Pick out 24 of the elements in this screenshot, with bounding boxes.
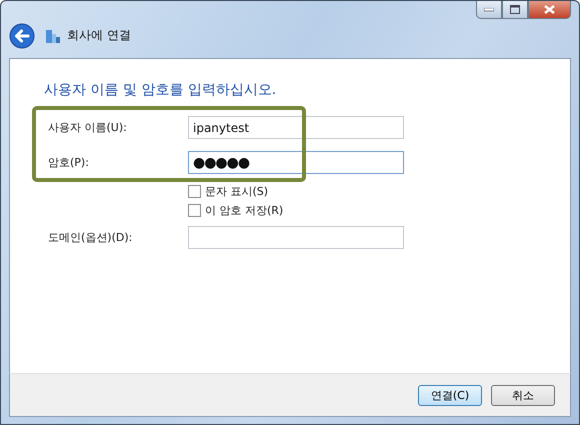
field-label: 암호(P): — [47, 155, 90, 170]
close-icon — [544, 5, 555, 14]
checkbox-box[interactable] — [188, 185, 201, 198]
input-field[interactable] — [188, 226, 404, 249]
close-button[interactable] — [528, 1, 571, 19]
input-field[interactable]: ●●●●● — [188, 151, 404, 174]
dialog-button[interactable]: 연결(C) — [418, 384, 482, 406]
checkbox-box[interactable] — [188, 204, 201, 217]
dialog-button[interactable]: 취소 — [491, 384, 555, 406]
field-label: 사용자 이름(U): — [47, 120, 128, 135]
minimize-icon — [484, 8, 494, 12]
field-label: 도메인(옵션)(D): — [47, 230, 134, 245]
buildings-icon — [45, 28, 61, 44]
maximize-icon — [510, 5, 520, 14]
instruction-heading: 사용자 이름 및 암호를 입력하십시오. — [44, 81, 278, 99]
input-field[interactable]: ipanytest — [188, 116, 404, 139]
checkbox[interactable]: 이 암호 저장(R) — [188, 203, 404, 218]
checkbox-label: 이 암호 저장(R) — [205, 203, 284, 218]
checkbox-label: 문자 표시(S) — [205, 184, 268, 199]
maximize-button[interactable] — [502, 1, 528, 19]
window-title: 회사에 연결 — [67, 27, 131, 44]
back-button[interactable] — [9, 22, 35, 48]
checkbox[interactable]: 문자 표시(S) — [188, 184, 404, 199]
minimize-button[interactable] — [476, 1, 502, 19]
